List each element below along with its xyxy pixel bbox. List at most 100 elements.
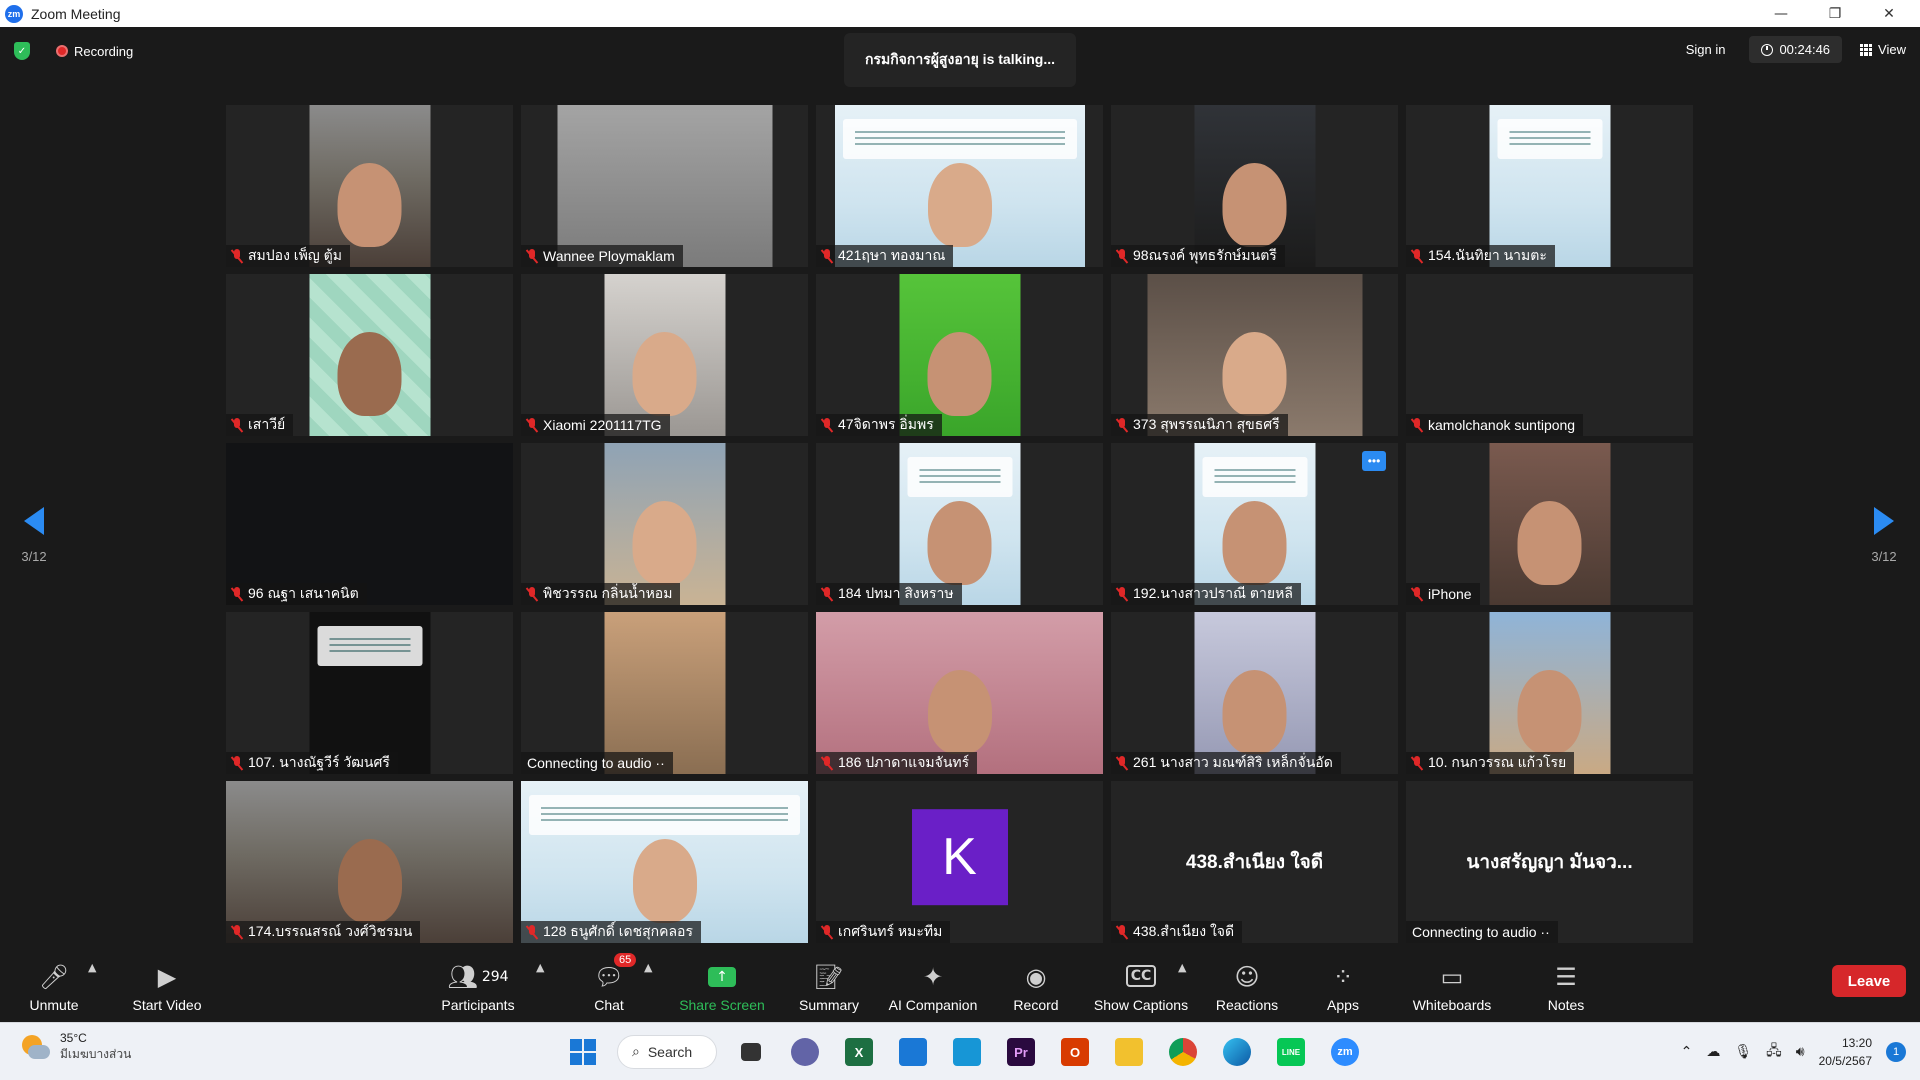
edge-icon[interactable] (1217, 1032, 1257, 1072)
more-options-icon[interactable]: ••• (1362, 451, 1386, 471)
notification-badge[interactable]: 1 (1886, 1042, 1906, 1062)
taskbar-search[interactable]: ⌕ Search (617, 1035, 717, 1069)
participant-tile[interactable]: พิชวรรณ กลิ่นน้ำหอม (521, 443, 808, 605)
participant-tile[interactable]: 128 ธนูศักดิ์ เดชสุกคลอร (521, 781, 808, 943)
avatar: K (911, 809, 1008, 906)
participant-tile[interactable]: Wannee Ploymaklam (521, 105, 808, 267)
participant-display-name: 438.สำเนียง ใจดี (1185, 852, 1324, 873)
mic-muted-icon (232, 756, 242, 770)
video-gallery: สมปอง เพ็ญ ตู้ม Wannee Ploymaklam 421ฤษา ท… (226, 105, 1695, 943)
participants-count: 294 (481, 969, 509, 985)
participant-tile[interactable]: 261 นางสาว มณฑ์สิริ เหล็กจั่นอัด (1111, 612, 1398, 774)
minimize-button[interactable]: — (1754, 0, 1808, 27)
encryption-shield-icon[interactable]: ✓ (14, 42, 30, 60)
participant-tile[interactable]: ••• 192.นางสาวปราณี ตายหลี (1111, 443, 1398, 605)
arrow-left-icon[interactable] (24, 507, 44, 535)
participant-tile[interactable]: 10. กนกวรรณ แก้วโรย (1406, 612, 1693, 774)
participant-name: 261 นางสาว มณฑ์สิริ เหล็กจั่นอัด (1133, 754, 1333, 770)
participant-tile[interactable]: สมปอง เพ็ญ ตู้ม (226, 105, 513, 267)
task-view-icon[interactable] (731, 1032, 771, 1072)
participants-caret-icon[interactable]: ▲ (536, 961, 544, 974)
participant-tile[interactable]: นางสรัญญา มันจว... Connecting to audio ·· (1406, 781, 1693, 943)
remote-desktop-icon[interactable] (947, 1032, 987, 1072)
captions-caret-icon[interactable]: ▲ (1178, 961, 1186, 974)
microphone-icon[interactable]: 🎙︎ (1734, 1044, 1752, 1060)
participant-tile[interactable]: 184 ปทมา สิงหราษ (816, 443, 1103, 605)
participant-tile[interactable]: K เกศรินทร์ หมะทีม (816, 781, 1103, 943)
participant-tile[interactable]: 96 ณฐา เสนาคนิต (226, 443, 513, 605)
line-icon[interactable]: LINE (1271, 1032, 1311, 1072)
record-button[interactable]: ◉ Record (1010, 953, 1062, 1013)
meeting-timer[interactable]: 00:24:46 (1749, 36, 1843, 63)
restore-button[interactable]: ❐ (1808, 0, 1862, 27)
participant-name: 373 สุพรรณนิภา สุขธศรี (1133, 416, 1280, 432)
network-icon[interactable]: 🖧︎ (1766, 1040, 1782, 1064)
participant-tile[interactable]: 174.บรรณสรณ์ วงศ์วิชรมน (226, 781, 513, 943)
unmute-button[interactable]: 🎤︎ Unmute (22, 953, 86, 1013)
excel-icon[interactable]: X (839, 1032, 879, 1072)
volume-icon[interactable]: 🔊︎ (1796, 1044, 1805, 1060)
tray-overflow-icon[interactable]: ⌃ (1681, 1044, 1693, 1060)
next-page-nav[interactable]: 3/12 (1854, 507, 1914, 564)
mic-muted-icon (232, 925, 242, 939)
participant-name-label: 192.นางสาวปราณี ตายหลี (1111, 583, 1301, 605)
chrome-icon[interactable] (1163, 1032, 1203, 1072)
recording-indicator[interactable]: Recording (56, 44, 133, 59)
share-screen-icon: ↑ (708, 967, 736, 987)
notes-button[interactable]: ☰ Notes (1544, 953, 1588, 1013)
participant-tile[interactable]: kamolchanok suntipong (1406, 274, 1693, 436)
participant-tile[interactable]: iPhone (1406, 443, 1693, 605)
participants-button[interactable]: 👥︎ 294 Participants (436, 953, 520, 1013)
participant-video (604, 274, 725, 436)
show-captions-button[interactable]: CC Show Captions (1092, 953, 1190, 1013)
participant-tile[interactable]: 438.สำเนียง ใจดี 438.สำเนียง ใจดี (1111, 781, 1398, 943)
taskbar-clock[interactable]: 13:20 20/5/2567 (1819, 1034, 1872, 1070)
participant-tile[interactable]: 186 ปภาดาแจมจันทร์ (816, 612, 1103, 774)
participant-face (927, 163, 992, 247)
participant-video (899, 274, 1020, 436)
teams-chat-icon[interactable] (785, 1032, 825, 1072)
weather-temperature: 35°C (60, 1031, 87, 1045)
start-button[interactable] (563, 1032, 603, 1072)
zoom-taskbar-icon[interactable]: zm (1325, 1032, 1365, 1072)
office-icon[interactable]: O (1055, 1032, 1095, 1072)
mail-icon[interactable] (893, 1032, 933, 1072)
audio-options-caret-icon[interactable]: ▲ (88, 961, 96, 974)
participant-tile[interactable]: 107. นางณัฐวีร์ วัฒนศรี (226, 612, 513, 774)
apps-button[interactable]: ⁘ Apps (1324, 953, 1362, 1013)
ai-companion-button[interactable]: ✦ AI Companion (884, 953, 982, 1013)
share-screen-button[interactable]: ↑ Share Screen (678, 953, 766, 1013)
weather-widget[interactable]: 35°C มีเมฆบางส่วน (20, 1031, 131, 1064)
premiere-icon[interactable]: Pr (1001, 1032, 1041, 1072)
participant-tile[interactable]: เสาวีย์ (226, 274, 513, 436)
leave-button[interactable]: Leave (1832, 965, 1906, 997)
participant-tile[interactable]: 98ณรงค์ พุทธรักษ์มนตรี (1111, 105, 1398, 267)
participant-name: kamolchanok suntipong (1428, 417, 1576, 433)
file-explorer-icon[interactable] (1109, 1032, 1149, 1072)
clock-date: 20/5/2567 (1818, 1054, 1872, 1068)
participant-tile[interactable]: Connecting to audio ·· (521, 612, 808, 774)
participant-tile[interactable]: Xiaomi 2201117TG (521, 274, 808, 436)
chat-button[interactable]: 💬︎ Chat 65 (584, 953, 637, 1013)
onedrive-icon[interactable]: ☁ (1706, 1044, 1720, 1060)
previous-page-nav[interactable]: 3/12 (4, 507, 64, 564)
summary-button[interactable]: 📝︎ Summary (796, 953, 862, 1013)
chat-unread-badge: 65 (614, 953, 637, 967)
arrow-right-icon[interactable] (1874, 507, 1894, 535)
participant-name: 128 ธนูศักดิ์ เดชสุกคลอร (543, 923, 693, 939)
participant-tile[interactable]: 47จิดาพร อิ่มพร (816, 274, 1103, 436)
view-button[interactable]: View (1856, 36, 1910, 63)
sign-in-button[interactable]: Sign in (1676, 36, 1736, 63)
participant-tile[interactable]: 421ฤษา ทองมาณ (816, 105, 1103, 267)
participant-tile[interactable]: 373 สุพรรณนิภา สุขธศรี (1111, 274, 1398, 436)
start-video-button[interactable]: ▶ Start Video (126, 953, 208, 1013)
close-button[interactable]: ✕ (1862, 0, 1916, 27)
participant-video (899, 443, 1020, 605)
participant-video (1194, 105, 1315, 267)
whiteboards-button[interactable]: ▭ Whiteboards (1410, 953, 1494, 1013)
participant-tile[interactable]: 154.นันทิยา นามตะ (1406, 105, 1693, 267)
presentation-slide (529, 795, 800, 835)
reactions-button[interactable]: ☺ Reactions (1212, 953, 1282, 1013)
mic-muted-icon (1117, 925, 1127, 939)
chat-caret-icon[interactable]: ▲ (644, 961, 652, 974)
